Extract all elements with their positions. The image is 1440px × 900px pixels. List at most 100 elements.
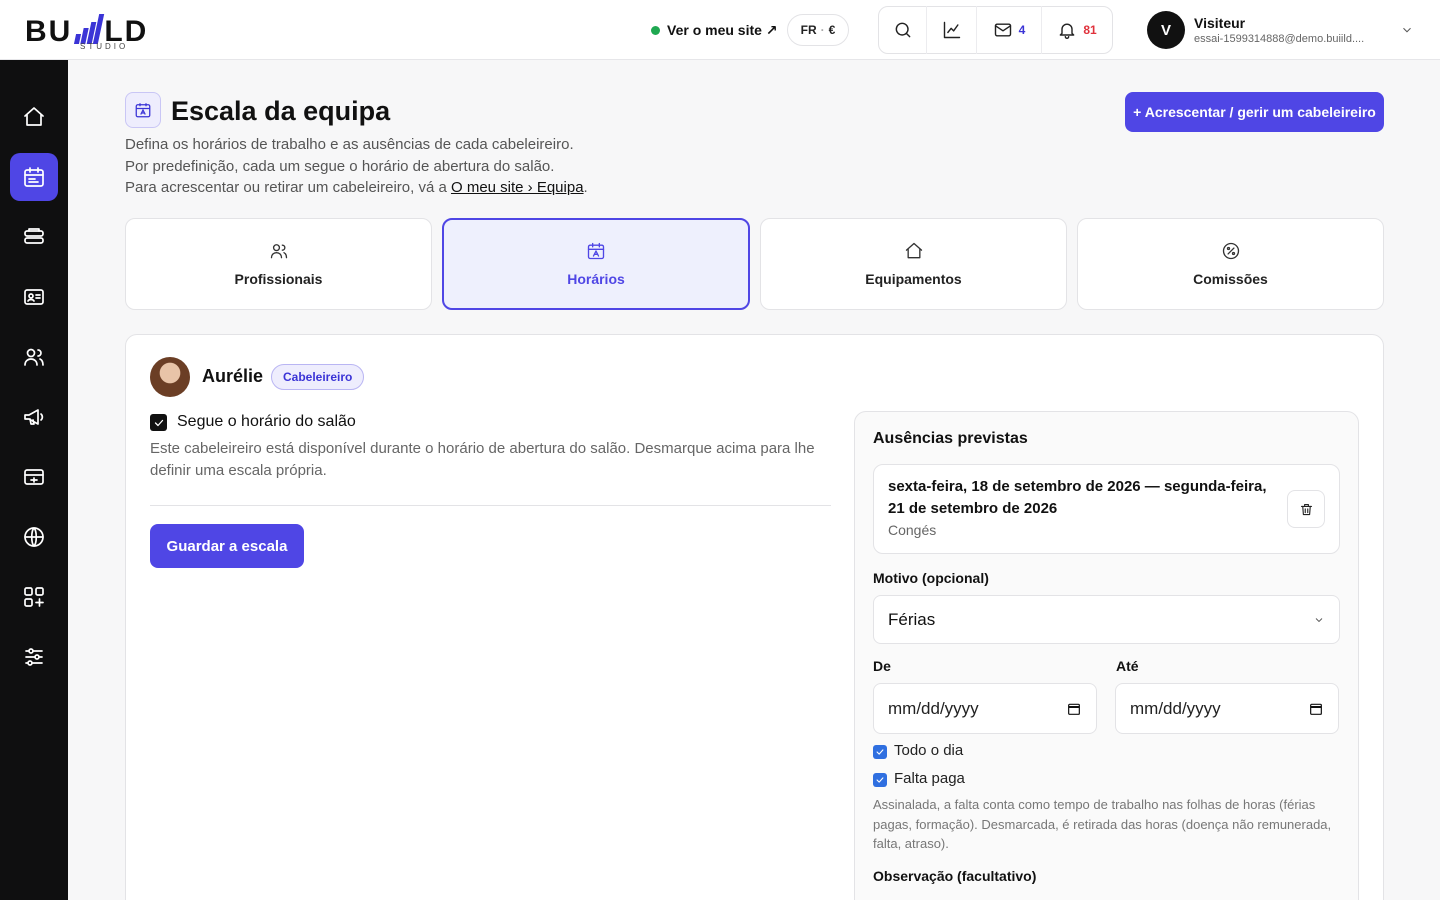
from-date-placeholder: mm/dd/yyyy xyxy=(888,698,979,718)
language-currency-selector[interactable]: FR · € xyxy=(787,14,849,46)
sidebar-item-apps[interactable] xyxy=(10,573,58,621)
page-calendar-icon-box xyxy=(125,92,161,128)
user-email: essai-1599314888@demo.buiild.... xyxy=(1194,33,1365,45)
id-card-icon xyxy=(24,289,44,305)
sidebar-item-website[interactable] xyxy=(10,513,58,561)
sidebar-item-marketing[interactable] xyxy=(10,393,58,441)
search-button[interactable] xyxy=(879,6,927,54)
sidebar xyxy=(0,60,68,900)
add-manage-hairdresser-button[interactable]: + Acrescentar / gerir um cabeleireiro xyxy=(1125,92,1384,132)
sidebar-item-team[interactable] xyxy=(10,333,58,381)
tab-schedules[interactable]: Horários xyxy=(442,218,750,310)
separator-dot: · xyxy=(820,23,825,37)
checkmark-icon xyxy=(876,749,884,755)
tab-label: Equipamentos xyxy=(865,271,962,287)
absence-reason: Congés xyxy=(888,522,937,538)
reason-select[interactable]: Férias xyxy=(873,595,1340,644)
sidebar-item-home[interactable] xyxy=(10,93,58,141)
users-icon xyxy=(24,348,44,366)
globe-icon xyxy=(24,527,44,547)
megaphone-icon xyxy=(24,409,44,425)
top-bar: BU LD STUDIO Ver o meu site ↗ FR · € 4 8… xyxy=(0,0,1440,60)
to-date-placeholder: mm/dd/yyyy xyxy=(1130,698,1221,718)
calendar-icon xyxy=(135,103,151,118)
online-status-dot xyxy=(651,25,660,35)
description-line-2: Por predefinição, cada um segue o horári… xyxy=(125,157,555,175)
all-day-label[interactable]: Todo o dia xyxy=(894,742,963,759)
role-badge: Cabeleireiro xyxy=(271,364,365,390)
note-label: Observação (facultativo) xyxy=(873,868,1037,884)
save-schedule-button[interactable]: Guardar a escala xyxy=(150,524,304,568)
user-menu[interactable]: V Visiteur essai-1599314888@demo.buiild.… xyxy=(1147,11,1417,49)
logo-text-left: BU xyxy=(25,15,73,48)
calendar-icon[interactable] xyxy=(1308,701,1324,717)
messages-count-badge: 4 xyxy=(1018,23,1026,37)
tab-equipment[interactable]: Equipamentos xyxy=(760,218,1067,310)
professional-name: Aurélie xyxy=(202,366,264,386)
description-line-3: Para acrescentar ou retirar um cabeleire… xyxy=(125,177,588,199)
user-name: Visiteur xyxy=(1194,15,1246,31)
tab-professionals[interactable]: Profissionais xyxy=(125,218,432,310)
chevron-down-icon xyxy=(1315,617,1323,622)
follow-salon-hours-label[interactable]: Segue o horário do salão xyxy=(177,413,356,431)
description-period: . xyxy=(583,179,588,196)
build-studio-logo[interactable]: BU LD STUDIO xyxy=(25,8,185,52)
sidebar-item-clients[interactable] xyxy=(10,273,58,321)
mail-icon xyxy=(994,23,1011,37)
delete-absence-button[interactable] xyxy=(1287,490,1325,528)
follow-salon-hours-checkbox[interactable] xyxy=(150,414,167,431)
currency-symbol: € xyxy=(828,23,836,37)
notifications-button[interactable]: 81 xyxy=(1042,6,1112,54)
sidebar-item-schedule[interactable] xyxy=(10,153,58,201)
to-date-input[interactable]: mm/dd/yyyy xyxy=(1115,683,1339,734)
description-line-3-text: Para acrescentar ou retirar um cabeleire… xyxy=(125,179,451,196)
stack-icon xyxy=(24,228,44,244)
home-icon xyxy=(905,242,922,259)
from-date-input[interactable]: mm/dd/yyyy xyxy=(873,683,1097,734)
paid-absence-label[interactable]: Falta paga xyxy=(894,770,965,787)
sidebar-item-cash-register[interactable] xyxy=(10,453,58,501)
grid-plus-icon xyxy=(24,587,44,607)
view-my-site-label: Ver o meu site ↗ xyxy=(667,21,778,38)
view-my-site-link[interactable]: Ver o meu site ↗ xyxy=(651,19,778,41)
paid-absence-checkbox[interactable] xyxy=(873,773,887,787)
all-day-checkbox[interactable] xyxy=(873,745,887,759)
chevron-down-icon xyxy=(1403,27,1411,33)
messages-button[interactable]: 4 xyxy=(977,6,1042,54)
trash-icon xyxy=(1300,503,1312,515)
absence-dates: sexta-feira, 18 de setembro de 2026 — se… xyxy=(888,478,1267,517)
tab-commissions[interactable]: Comissões xyxy=(1077,218,1384,310)
calendar-icon[interactable] xyxy=(1066,701,1082,717)
section-divider xyxy=(150,505,831,506)
sidebar-item-settings[interactable] xyxy=(10,633,58,681)
tab-label: Profissionais xyxy=(234,271,323,287)
user-info: Visiteur essai-1599314888@demo.buiild...… xyxy=(1194,15,1394,45)
my-site-team-link[interactable]: O meu site › Equipa xyxy=(451,179,584,196)
reason-selected-value: Férias xyxy=(888,609,936,629)
calendar-icon xyxy=(587,242,605,260)
description-line-1: Defina os horários de trabalho e as ausê… xyxy=(125,136,574,153)
calendar-icon xyxy=(24,167,44,187)
percent-icon xyxy=(1222,242,1239,260)
reason-label: Motivo (opcional) xyxy=(873,570,989,586)
notifications-count-badge: 81 xyxy=(1083,23,1097,37)
checkmark-icon xyxy=(876,777,884,783)
professional-avatar xyxy=(150,357,190,397)
from-date-label: De xyxy=(873,658,891,674)
page-description: Defina os horários de trabalho e as ausê… xyxy=(125,134,588,199)
language-code: FR xyxy=(800,23,817,37)
bell-icon xyxy=(1059,23,1075,39)
planned-absences-title: Ausências previstas xyxy=(873,430,1028,447)
home-icon xyxy=(24,107,44,126)
top-icon-toolbar: 4 81 xyxy=(878,6,1113,54)
sidebar-item-services[interactable] xyxy=(10,213,58,261)
logo-subtitle: STUDIO xyxy=(80,42,129,51)
to-date-label: Até xyxy=(1116,658,1139,674)
search-icon xyxy=(895,22,910,38)
checkmark-icon xyxy=(154,419,163,426)
stats-button[interactable] xyxy=(927,6,977,54)
paid-absence-help: Assinalada, a falta conta como tempo de … xyxy=(873,797,1332,851)
tab-label: Comissões xyxy=(1193,271,1268,287)
chart-line-icon xyxy=(943,21,960,39)
follow-salon-hours-help: Este cabeleireiro está disponível durant… xyxy=(150,440,815,479)
